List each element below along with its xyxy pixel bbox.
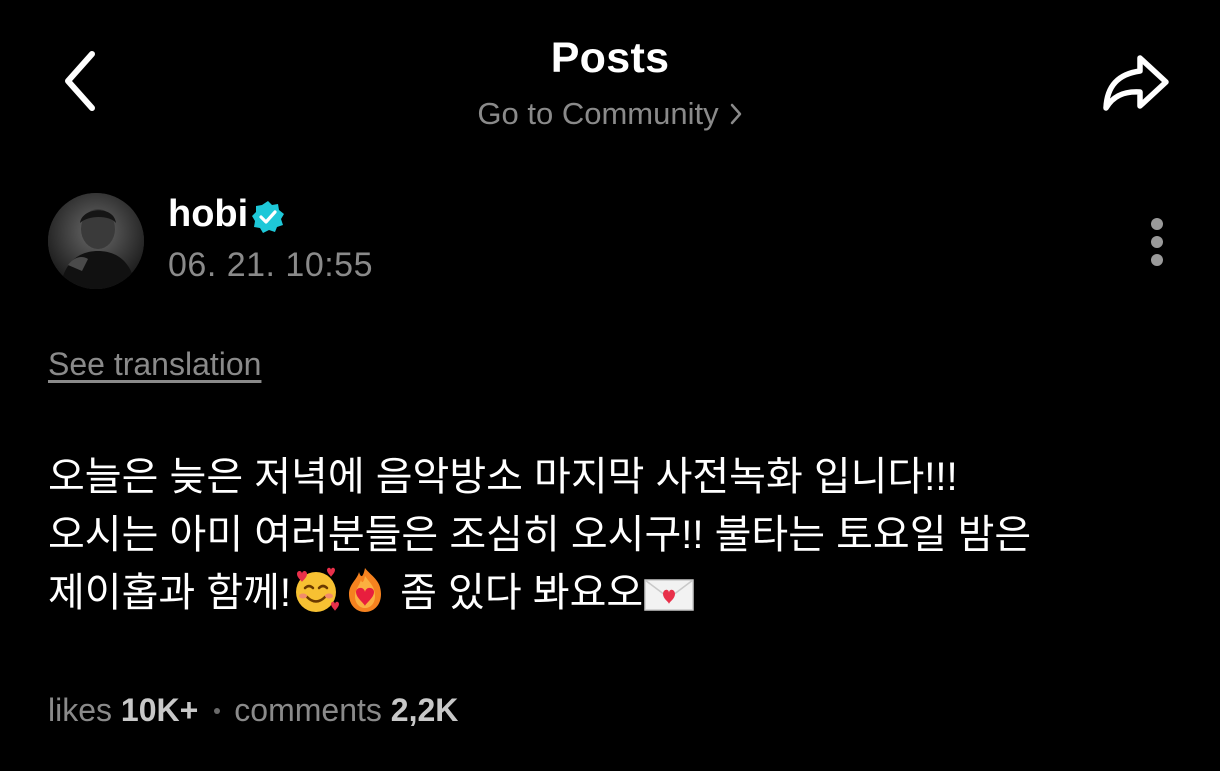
dot xyxy=(1151,254,1163,266)
verified-badge-icon xyxy=(251,200,285,234)
page-title: Posts xyxy=(550,34,670,82)
heart-on-fire-icon xyxy=(341,566,389,630)
share-arrow-icon xyxy=(1103,55,1169,111)
go-to-community-link[interactable]: Go to Community xyxy=(0,96,1220,134)
post-content: 오늘은 늦은 저녁에 음악방소 마지막 사전녹화 입니다!!! 오시는 아미 여… xyxy=(48,448,1188,630)
likes-count: 10K+ xyxy=(120,692,199,728)
share-button[interactable] xyxy=(1098,50,1174,114)
post-line-3: 제이홉과 함께! 좀 있다 봐요오 xyxy=(48,564,1188,630)
author-name[interactable]: hobi xyxy=(168,193,248,236)
author-avatar[interactable] xyxy=(48,193,144,289)
post-line-2: 오시는 아미 여러분들은 조심히 오시구!! 불타는 토요일 밤은 xyxy=(48,513,1032,557)
comments-label: comments xyxy=(234,692,382,728)
separator-dot xyxy=(214,708,221,714)
comments-count: 2,2K xyxy=(390,692,459,728)
likes-stat[interactable]: likes 10K+ xyxy=(48,692,198,728)
dot xyxy=(1151,218,1163,230)
dot xyxy=(1151,236,1163,248)
see-translation-link[interactable]: See translation xyxy=(48,346,261,383)
community-link-label: Go to Community xyxy=(477,96,719,131)
post-line-3-tail: 좀 있다 봐요오 xyxy=(389,571,644,615)
comments-stat[interactable]: comments 2,2K xyxy=(234,692,458,728)
post-stats: likes 10K+ comments 2,2K xyxy=(48,692,458,729)
post-line-1: 오늘은 늦은 저녁에 음악방소 마지막 사전녹화 입니다!!! xyxy=(48,455,958,499)
smiling-face-with-hearts-icon xyxy=(291,566,341,630)
top-bar: Posts Go to Community xyxy=(0,0,1220,150)
avatar-photo xyxy=(48,193,144,289)
love-letter-icon xyxy=(643,572,695,630)
post-line-3-text: 제이홉과 함께! xyxy=(48,571,292,615)
likes-label: likes xyxy=(48,692,113,728)
chevron-right-icon xyxy=(729,98,743,134)
more-options-button[interactable] xyxy=(1140,214,1174,270)
post-timestamp: 06. 21. 10:55 xyxy=(168,246,374,284)
